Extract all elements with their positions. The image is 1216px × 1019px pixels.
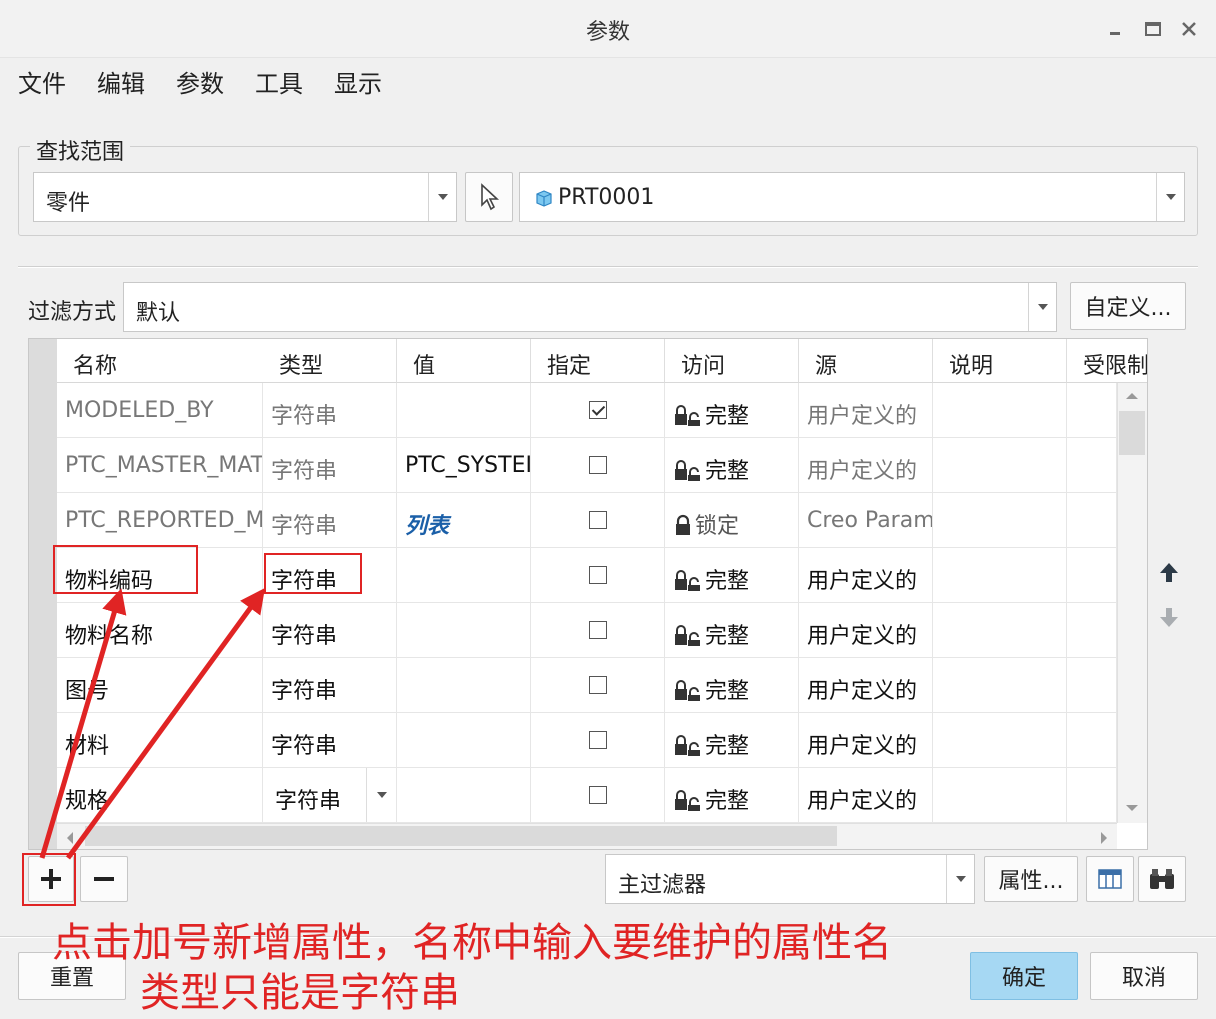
annotation-text-line2: 类型只能是字符串 <box>140 970 460 1016</box>
annotation-arrow-to-name <box>39 588 127 859</box>
annotation-arrows <box>39 587 265 860</box>
annotation-arrow-to-type <box>65 587 265 860</box>
